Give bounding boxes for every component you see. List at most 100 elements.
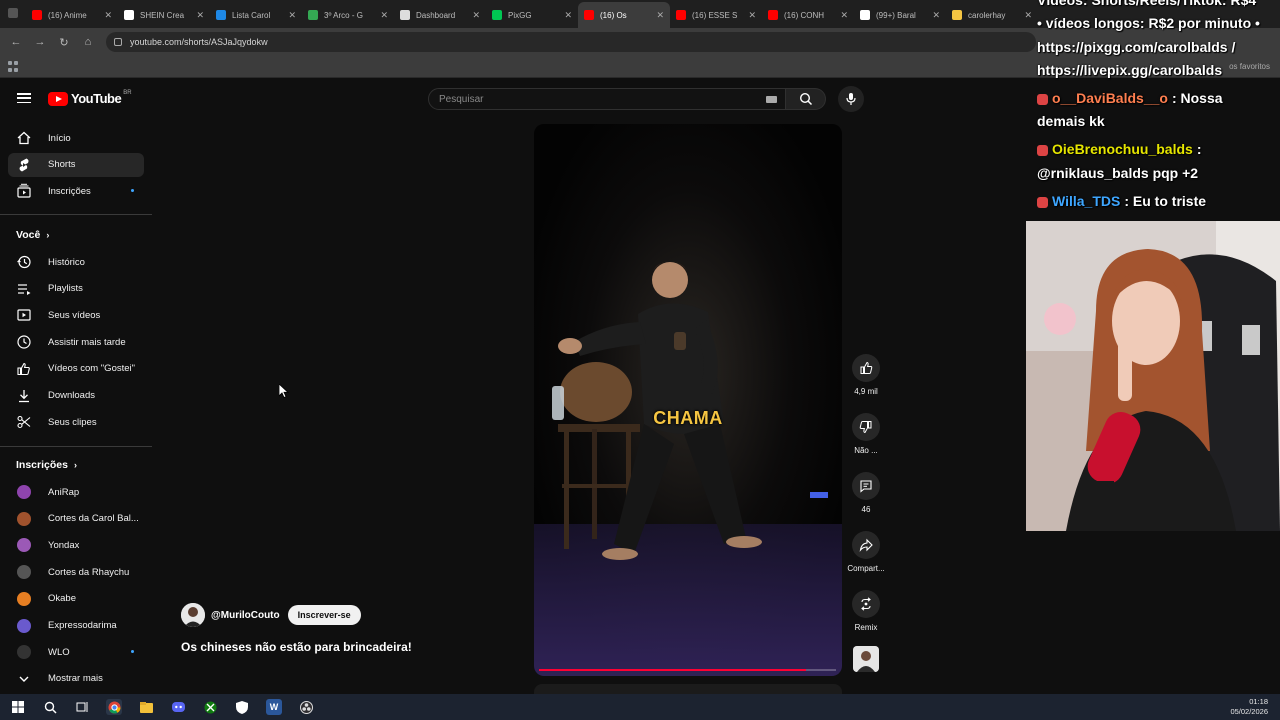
subscriptions-section-header[interactable]: Inscrições › xyxy=(16,459,77,471)
sidebar-subscription-item[interactable]: WLO xyxy=(8,640,144,664)
tab-title: Dashboard xyxy=(416,10,456,20)
sound-thumbnail[interactable] xyxy=(853,646,879,672)
browser-tab[interactable]: (99+) Baral ✕ xyxy=(854,2,946,28)
browser-tab[interactable]: carolerhay ✕ xyxy=(946,2,1038,28)
sidebar-item-download[interactable]: Downloads xyxy=(8,384,144,408)
tab-title: 3º Arco - G xyxy=(324,10,363,20)
sidebar-item-label: WLO xyxy=(48,646,70,658)
tab-close-icon[interactable]: ✕ xyxy=(104,10,112,21)
file-explorer-icon[interactable] xyxy=(138,699,154,715)
browser-tab[interactable]: Lista Carol ✕ xyxy=(210,2,302,28)
sidebar-item-playlists[interactable]: Playlists xyxy=(8,277,144,301)
dislike-button[interactable] xyxy=(852,413,880,441)
system-clock[interactable]: 01:18 05/02/2026 xyxy=(1230,697,1268,717)
voice-search-button[interactable] xyxy=(838,86,864,112)
comments-button[interactable] xyxy=(852,472,880,500)
apps-grid-icon[interactable] xyxy=(8,61,19,72)
remix-button[interactable] xyxy=(852,590,880,618)
dislike-action: Não ... xyxy=(842,413,890,455)
browser-tab[interactable]: PixGG ✕ xyxy=(486,2,578,28)
like-button[interactable] xyxy=(852,354,880,382)
reload-icon[interactable]: ↻ xyxy=(52,36,76,49)
share-action: Compart... xyxy=(842,531,890,573)
sidebar-subscription-item[interactable]: Yondax xyxy=(8,533,144,557)
chat-username: Willa_TDS xyxy=(1052,193,1121,209)
keyboard-icon[interactable] xyxy=(766,96,777,103)
channel-avatar xyxy=(17,645,31,660)
short-channel-row: @MuriloCouto Inscrever-se xyxy=(181,603,361,627)
site-info-icon[interactable] xyxy=(114,38,122,46)
windows-start-icon[interactable] xyxy=(10,699,26,715)
word-icon[interactable]: W xyxy=(266,699,282,715)
tab-search-icon[interactable] xyxy=(8,8,18,18)
sidebar-item-home[interactable]: Início xyxy=(8,126,144,150)
sidebar-item-shorts[interactable]: Shorts xyxy=(8,152,144,177)
tab-close-icon[interactable]: ✕ xyxy=(932,10,940,21)
tab-title: PixGG xyxy=(508,10,532,20)
sidebar-subscription-item[interactable]: AniRap xyxy=(8,480,144,504)
tab-close-icon[interactable]: ✕ xyxy=(656,10,664,21)
xbox-icon[interactable] xyxy=(202,699,218,715)
short-video-player[interactable]: CHAMA xyxy=(534,124,842,676)
sidebar-item-label: AniRap xyxy=(48,486,80,498)
sidebar-item-your-videos[interactable]: Seus vídeos xyxy=(8,303,144,327)
search-taskbar-icon[interactable] xyxy=(42,699,58,715)
browser-tab[interactable]: (16) Os ✕ xyxy=(578,2,670,28)
remix-label: Remix xyxy=(854,623,878,632)
tab-close-icon[interactable]: ✕ xyxy=(472,10,480,21)
channel-handle[interactable]: @MuriloCouto xyxy=(211,610,280,621)
forward-icon[interactable]: → xyxy=(28,36,52,48)
sidebar-item-watch-later[interactable]: Assistir mais tarde xyxy=(8,330,144,354)
tab-title: (16) Anime xyxy=(48,10,87,20)
channel-avatar[interactable] xyxy=(181,603,205,627)
tab-close-icon[interactable]: ✕ xyxy=(380,10,388,21)
back-icon[interactable]: ← xyxy=(4,36,28,48)
search-box[interactable] xyxy=(428,88,786,110)
youtube-logo[interactable]: YouTube BR xyxy=(48,89,132,106)
sidebar-subscription-item[interactable]: Expressodarima xyxy=(8,614,144,638)
sidebar-item-history[interactable]: Histórico xyxy=(8,250,144,274)
browser-tab[interactable]: SHEIN Crea ✕ xyxy=(118,2,210,28)
sidebar-item-liked[interactable]: Vídeos com "Gostei" xyxy=(8,357,144,381)
next-short-preview[interactable] xyxy=(534,684,842,694)
show-more-button[interactable]: Mostrar mais xyxy=(8,667,144,691)
sidebar-item-subscriptions[interactable]: Inscrições xyxy=(8,179,144,203)
tab-close-icon[interactable]: ✕ xyxy=(288,10,296,21)
sidebar-subscription-item[interactable]: Cortes da Rhaychu xyxy=(8,560,144,584)
obs-icon[interactable] xyxy=(298,699,314,715)
address-bar[interactable]: youtube.com/shorts/ASJaJqydokw xyxy=(106,32,1036,52)
menu-icon[interactable] xyxy=(17,93,31,103)
tab-favicon-icon xyxy=(768,10,778,20)
share-button[interactable] xyxy=(852,531,880,559)
chrome-icon[interactable] xyxy=(106,699,122,715)
subscribe-button[interactable]: Inscrever-se xyxy=(287,605,361,625)
discord-icon[interactable] xyxy=(170,699,186,715)
browser-tab[interactable]: 3º Arco - G ✕ xyxy=(302,2,394,28)
security-shield-icon[interactable] xyxy=(234,699,250,715)
sidebar-item-scissors[interactable]: Seus clipes xyxy=(8,410,144,434)
search-input[interactable] xyxy=(439,93,749,105)
task-view-icon[interactable] xyxy=(74,699,90,715)
tab-close-icon[interactable]: ✕ xyxy=(840,10,848,21)
chat-badge-icon xyxy=(1037,196,1048,208)
browser-tab[interactable]: Dashboard ✕ xyxy=(394,2,486,28)
sidebar-item-label: Inscrições xyxy=(48,185,91,197)
sidebar-subscription-item[interactable]: Okabe xyxy=(8,587,144,611)
you-section-header[interactable]: Você › xyxy=(16,229,49,241)
browser-tab[interactable]: (16) ESSE S ✕ xyxy=(670,2,762,28)
sidebar-subscription-item[interactable]: Cortes da Carol Bal... xyxy=(8,507,144,531)
country-code: BR xyxy=(123,89,132,96)
tab-close-icon[interactable]: ✕ xyxy=(196,10,204,21)
home-browser-icon[interactable]: ⌂ xyxy=(76,36,100,48)
search-button[interactable] xyxy=(786,88,826,110)
tab-favicon-icon xyxy=(308,10,318,20)
browser-tab[interactable]: (16) CONH ✕ xyxy=(762,2,854,28)
playlists-icon xyxy=(16,281,32,297)
video-progress-bar[interactable] xyxy=(539,669,836,671)
download-icon xyxy=(16,388,32,404)
tab-close-icon[interactable]: ✕ xyxy=(564,10,572,21)
browser-tab[interactable]: (16) Anime ✕ xyxy=(26,2,118,28)
tab-close-icon[interactable]: ✕ xyxy=(748,10,756,21)
new-content-dot xyxy=(131,189,134,193)
short-title[interactable]: Os chineses não estão para brincadeira! xyxy=(181,640,412,654)
